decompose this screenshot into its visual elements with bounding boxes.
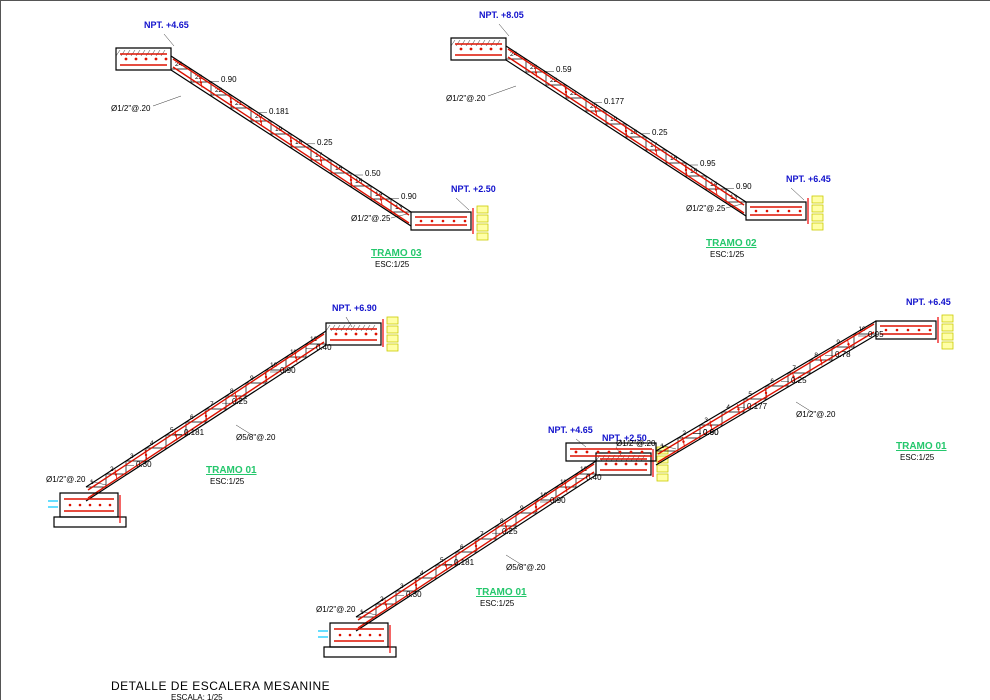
rebar-callout: Ø1/2"@.20 xyxy=(111,104,150,113)
dimension: 0.40 xyxy=(316,343,332,352)
level-label: NPT. +6.90 xyxy=(332,303,377,313)
dimension: 0.78 xyxy=(835,350,851,359)
level-label: NPT. +8.05 xyxy=(479,10,524,20)
dimension: 0.181 xyxy=(454,558,474,567)
dimension: 0.95 xyxy=(868,330,884,339)
dimension: 0.90 xyxy=(280,366,296,375)
dimension: 0.90 xyxy=(736,182,752,191)
section-scale: ESC:1/25 xyxy=(210,477,244,486)
s4: 123456789101112 xyxy=(318,447,668,657)
dimension: 0.50 xyxy=(365,169,381,178)
section-title: TRAMO 01 xyxy=(476,587,527,598)
rebar-callout: Ø1/2"@.20 xyxy=(446,94,485,103)
level-label: NPT. +6.45 xyxy=(906,297,951,307)
rebar-callout: Ø1/2"@.20 xyxy=(316,605,355,614)
dimension: 0.25 xyxy=(317,138,333,147)
dimension: 0.25 xyxy=(232,397,248,406)
dimension: 0.95 xyxy=(700,159,716,168)
dimension: 0.30 xyxy=(136,460,152,469)
section-title: TRAMO 01 xyxy=(206,465,257,476)
dimension: 0.181 xyxy=(184,428,204,437)
dimension: 0.181 xyxy=(269,107,289,116)
dimension: 0.59 xyxy=(556,65,572,74)
section-title: TRAMO 01 xyxy=(896,441,947,452)
sheet-scale: ESCALA: 1/25 xyxy=(171,693,223,700)
dimension: 0.25 xyxy=(652,128,668,137)
s1: 242322212019181716151413 xyxy=(116,34,488,240)
section-title: TRAMO 03 xyxy=(371,248,422,259)
dimension: 0.90 xyxy=(550,496,566,505)
level-label: NPT. +4.65 xyxy=(144,20,189,30)
dimension: 0.90 xyxy=(221,75,237,84)
dimension: 0.177 xyxy=(747,402,767,411)
rebar-callout: Ø1/2"@.25 xyxy=(686,204,725,213)
rebar-callout: Ø1/2"@.20 xyxy=(46,475,85,484)
dimension: 0.90 xyxy=(703,428,719,437)
rebar-callout: Ø1/2"@.25 xyxy=(351,214,390,223)
dimension: 0.30 xyxy=(406,590,422,599)
dimension: 0.25 xyxy=(502,527,518,536)
dimension: 0.40 xyxy=(586,473,602,482)
section-scale: ESC:1/25 xyxy=(900,453,934,462)
section-title: TRAMO 02 xyxy=(706,238,757,249)
rebar-callout: Ø1/2"@.20 xyxy=(796,410,835,419)
rebar-callout: Ø1/2"@.20 xyxy=(616,439,655,448)
rebar-callout: Ø5/8"@.20 xyxy=(506,563,545,572)
dimension: 0.25 xyxy=(791,376,807,385)
level-label: NPT. +6.45 xyxy=(786,174,831,184)
sheet-title: DETALLE DE ESCALERA MESANINE xyxy=(111,679,330,693)
level-label: NPT. +2.50 xyxy=(451,184,496,194)
s2: 242322212019181716151413 xyxy=(451,24,823,230)
section-scale: ESC:1/25 xyxy=(375,260,409,269)
section-scale: ESC:1/25 xyxy=(480,599,514,608)
dimension: 0.90 xyxy=(401,192,417,201)
rebar-callout: Ø5/8"@.20 xyxy=(236,433,275,442)
s3: 123456789101112 xyxy=(48,317,398,527)
dimension: 0.177 xyxy=(604,97,624,106)
level-label: NPT. +4.65 xyxy=(548,425,593,435)
section-scale: ESC:1/25 xyxy=(710,250,744,259)
